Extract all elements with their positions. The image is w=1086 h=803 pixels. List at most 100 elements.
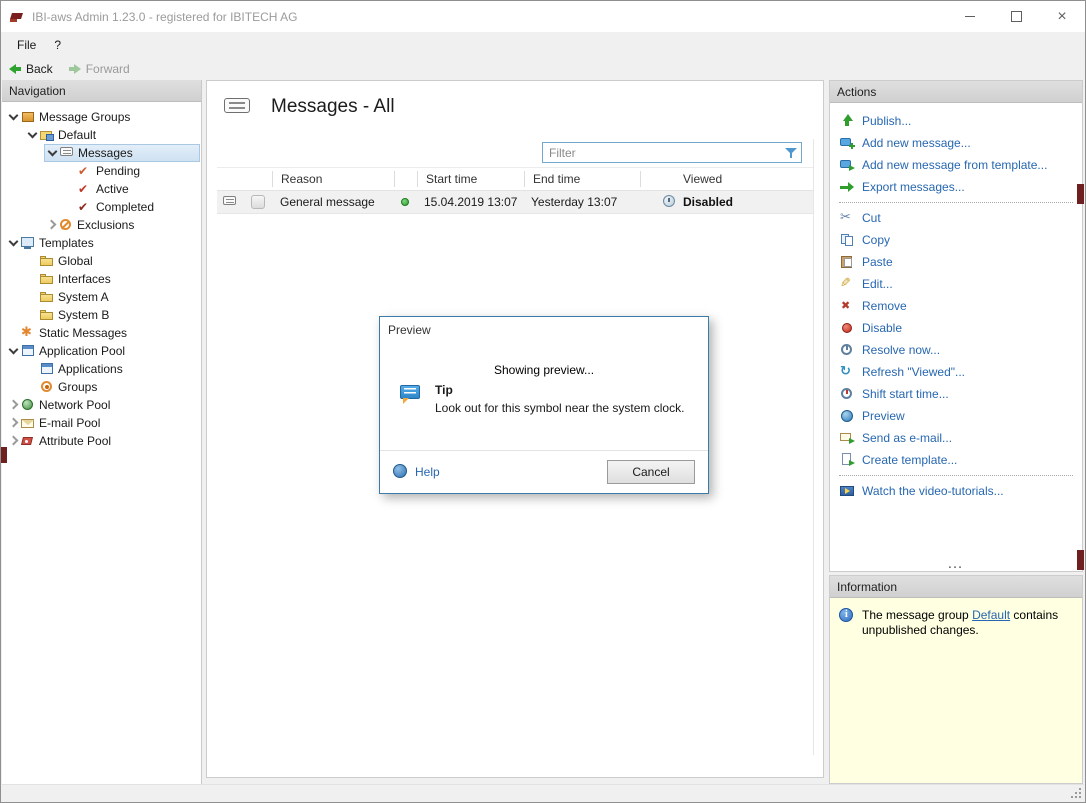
table-row[interactable]: General message 15.04.2019 13:07 Yesterd… [217,191,813,214]
tree-item-network-pool[interactable]: Network Pool [6,396,200,414]
tree-item-active[interactable]: Active [63,180,200,198]
tree-item-groups[interactable]: Groups [25,378,200,396]
title-bar: IBI-aws Admin 1.23.0 - registered for IB… [1,1,1085,32]
back-label: Back [26,62,53,76]
refresh-icon [839,364,855,380]
filter-funnel-icon[interactable] [784,146,798,160]
action-cut[interactable]: Cut [830,207,1082,229]
action-disable[interactable]: Disable [830,317,1082,339]
resize-grip[interactable] [1071,788,1081,798]
action-edit[interactable]: Edit... [830,273,1082,295]
action-publish[interactable]: Publish... [830,110,1082,132]
tree-item-application-pool[interactable]: Application Pool [6,342,200,360]
tree-item-system-a[interactable]: System A [25,288,200,306]
column-header-start-time[interactable]: Start time [417,171,524,187]
column-header-status[interactable] [394,171,417,187]
help-link[interactable]: Help [393,464,440,480]
action-watch-video-tutorials[interactable]: Watch the video-tutorials... [830,480,1082,502]
action-copy[interactable]: Copy [830,229,1082,251]
filter-input[interactable] [543,146,784,160]
chevron-down-icon[interactable] [45,146,59,160]
information-body: The message group Default contains unpub… [830,598,1082,648]
maximize-button[interactable] [993,1,1039,32]
filter-box [542,142,802,163]
chevron-spacer [25,380,39,394]
tree-item-global[interactable]: Global [25,252,200,270]
action-create-template[interactable]: Create template... [830,449,1082,471]
tree-item-static-messages[interactable]: Static Messages [6,324,200,342]
right-column: Actions Publish... Add new message... Ad… [829,80,1083,784]
chevron-right-icon[interactable] [6,434,20,448]
folder-icon [39,307,55,323]
action-remove[interactable]: Remove [830,295,1082,317]
tree-item-attribute-pool[interactable]: Attribute Pool [6,432,200,450]
mail-icon [20,415,36,431]
chevron-spacer [63,164,77,178]
active-check-icon [77,181,93,197]
action-add-new-message-from-template[interactable]: Add new message from template... [830,154,1082,176]
column-header-viewed[interactable]: Viewed [640,171,813,187]
toolbar: Back Forward [1,57,1085,80]
add-from-template-icon [839,157,855,173]
tree-item-pending[interactable]: Pending [63,162,200,180]
chevron-down-icon[interactable] [6,236,20,250]
tree-item-system-b[interactable]: System B [25,306,200,324]
chevron-spacer [25,308,39,322]
action-label: Create template... [862,453,957,467]
chevron-right-icon[interactable] [44,218,58,232]
tree-item-completed[interactable]: Completed [63,198,200,216]
app-window-icon [20,343,36,359]
action-shift-start-time[interactable]: Shift start time... [830,383,1082,405]
chevron-down-icon[interactable] [6,110,20,124]
actions-header: Actions [830,81,1082,103]
action-add-new-message[interactable]: Add new message... [830,132,1082,154]
tree-item-applications[interactable]: Applications [25,360,200,378]
tree-item-label: Default [58,128,96,142]
column-header-end-time[interactable]: End time [524,171,640,187]
chevron-down-icon[interactable] [6,344,20,358]
chevron-right-icon[interactable] [6,398,20,412]
chevron-right-icon[interactable] [6,416,20,430]
preview-globe-icon [839,408,855,424]
menu-file[interactable]: File [8,35,45,55]
chevron-spacer [25,290,39,304]
tree-item-label: Pending [96,164,140,178]
action-send-as-email[interactable]: Send as e-mail... [830,427,1082,449]
chevron-down-icon[interactable] [25,128,39,142]
tree-item-email-pool[interactable]: E-mail Pool [6,414,200,432]
tree-item-message-groups[interactable]: Message Groups [6,108,200,126]
back-button[interactable]: Back [9,62,53,76]
gear-icon [39,379,55,395]
action-label: Paste [862,255,893,269]
minimize-button[interactable] [947,1,993,32]
app-window-icon [39,361,55,377]
action-preview[interactable]: Preview [830,405,1082,427]
exclusion-icon [58,217,74,233]
chevron-spacer [25,254,39,268]
menu-help[interactable]: ? [45,35,70,55]
column-header-reason[interactable]: Reason [272,171,394,187]
close-button[interactable] [1039,1,1085,32]
tree-item-messages[interactable]: Messages [44,144,200,162]
tree-item-label: System A [58,290,109,304]
forward-button[interactable]: Forward [69,62,130,76]
action-refresh-viewed[interactable]: Refresh "Viewed"... [830,361,1082,383]
action-export-messages[interactable]: Export messages... [830,176,1082,198]
action-paste[interactable]: Paste [830,251,1082,273]
folder-icon [39,271,55,287]
default-group-link[interactable]: Default [972,608,1010,622]
chevron-spacer [6,326,20,340]
tree-item-exclusions[interactable]: Exclusions [44,216,200,234]
tree-item-interfaces[interactable]: Interfaces [25,270,200,288]
status-dot-green [401,198,409,206]
disable-icon [839,320,855,336]
more-actions-indicator[interactable]: ... [830,560,1082,570]
main-header: Messages - All [207,81,823,119]
tree-item-templates[interactable]: Templates [6,234,200,252]
tree-item-default[interactable]: Default [25,126,200,144]
cancel-button[interactable]: Cancel [607,460,695,484]
action-label: Copy [862,233,890,247]
folder-icon [39,289,55,305]
action-label: Send as e-mail... [862,431,952,445]
action-resolve-now[interactable]: Resolve now... [830,339,1082,361]
